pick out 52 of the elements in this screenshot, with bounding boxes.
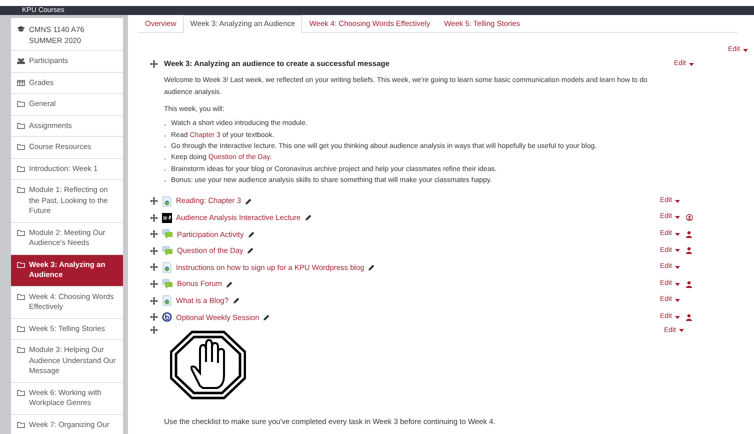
folder-icon bbox=[17, 122, 25, 128]
pencil-icon[interactable] bbox=[304, 214, 312, 222]
caret-icon bbox=[675, 299, 680, 302]
caret-icon bbox=[675, 200, 680, 203]
folder-icon bbox=[17, 166, 25, 172]
caret-icon bbox=[675, 232, 680, 236]
chat-bubbles-icon bbox=[162, 229, 173, 240]
pencil-icon[interactable] bbox=[248, 230, 255, 238]
folder-icon bbox=[17, 326, 25, 332]
move-icon[interactable] bbox=[150, 313, 158, 322]
folder-icon bbox=[17, 101, 25, 107]
folder-icon bbox=[17, 390, 25, 396]
caret-icon bbox=[679, 329, 684, 332]
move-icon[interactable] bbox=[150, 263, 158, 272]
chat-bubbles-icon bbox=[162, 279, 173, 290]
folder-icon bbox=[17, 144, 25, 150]
move-icon[interactable] bbox=[150, 296, 158, 305]
document-globe-icon bbox=[162, 196, 172, 207]
h5p-icon bbox=[162, 212, 172, 223]
move-icon[interactable] bbox=[150, 60, 158, 68]
caret-icon bbox=[675, 282, 680, 286]
caret-icon bbox=[689, 62, 694, 66]
pencil-icon[interactable] bbox=[263, 314, 270, 321]
table-icon bbox=[17, 80, 25, 86]
folder-icon bbox=[17, 262, 25, 268]
move-icon[interactable] bbox=[150, 230, 158, 238]
users-icon bbox=[17, 58, 25, 64]
pencil-icon[interactable] bbox=[368, 264, 376, 271]
caret-icon bbox=[675, 249, 680, 252]
move-icon[interactable] bbox=[150, 197, 158, 206]
caret-icon bbox=[675, 266, 680, 269]
document-globe-icon bbox=[162, 262, 172, 273]
chat-bubbles-icon bbox=[162, 246, 173, 256]
pencil-icon[interactable] bbox=[245, 198, 252, 205]
caret-icon bbox=[675, 216, 680, 220]
caret-icon bbox=[675, 316, 680, 319]
graduation-cap-icon bbox=[17, 26, 25, 32]
pencil-icon[interactable] bbox=[247, 247, 254, 254]
move-icon[interactable] bbox=[150, 280, 158, 288]
move-icon[interactable] bbox=[150, 246, 158, 255]
folder-icon bbox=[17, 187, 25, 193]
b-circle-icon bbox=[162, 312, 172, 322]
folder-icon bbox=[17, 294, 25, 300]
move-icon[interactable] bbox=[150, 214, 158, 222]
pencil-icon[interactable] bbox=[226, 280, 234, 288]
move-icon[interactable] bbox=[150, 326, 158, 334]
folder-icon bbox=[17, 347, 25, 353]
folder-icon bbox=[17, 422, 25, 428]
caret-icon bbox=[743, 48, 748, 52]
document-globe-icon bbox=[162, 295, 172, 306]
folder-icon bbox=[17, 230, 25, 236]
pencil-icon[interactable] bbox=[232, 297, 240, 304]
